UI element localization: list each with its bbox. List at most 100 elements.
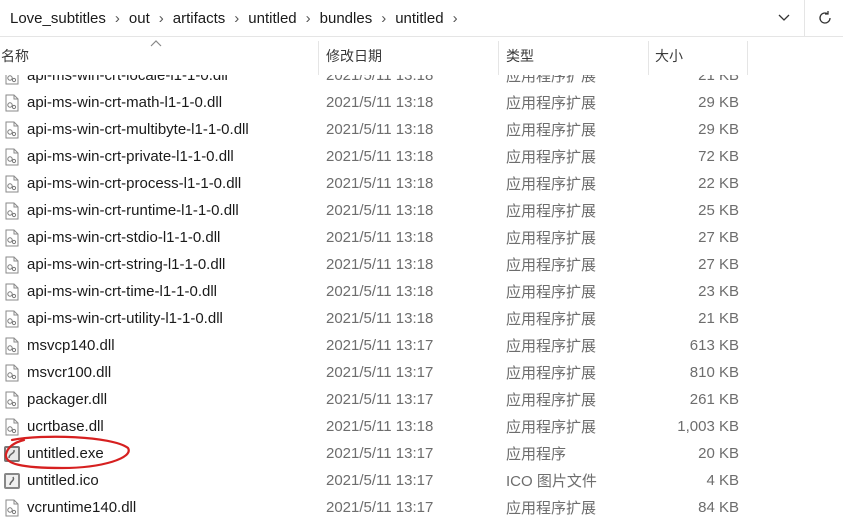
breadcrumb-separator-icon[interactable]: › [378, 10, 389, 27]
file-name: api-ms-win-crt-multibyte-l1-1-0.dll [27, 121, 249, 138]
file-row[interactable]: msvcp140.dll 2021/5/11 13:17 应用程序扩展 613 KB [0, 332, 843, 359]
file-row[interactable]: untitled.ico 2021/5/11 13:17 ICO 图片文件 4 KB [0, 467, 843, 494]
breadcrumb-separator-icon[interactable]: › [450, 10, 461, 27]
file-name: ucrtbase.dll [27, 418, 104, 435]
column-header-date[interactable]: 修改日期 [326, 37, 498, 75]
breadcrumb-separator-icon[interactable]: › [303, 10, 314, 27]
file-row[interactable]: api-ms-win-crt-runtime-l1-1-0.dll 2021/5/… [0, 197, 843, 224]
column-divider[interactable] [747, 41, 748, 75]
file-modified-date: 2021/5/11 13:17 [326, 391, 434, 408]
column-header-size[interactable]: 大小 [655, 37, 747, 75]
file-name: untitled.exe [27, 445, 104, 462]
file-size: 20 KB [698, 445, 739, 462]
file-size: 810 KB [689, 364, 739, 381]
file-row[interactable]: vcruntime140.dll 2021/5/11 13:17 应用程序扩展 84 … [0, 494, 843, 521]
file-modified-date: 2021/5/11 13:17 [326, 445, 434, 462]
file-modified-date: 2021/5/11 13:17 [326, 337, 434, 354]
breadcrumb-separator-icon[interactable]: › [112, 10, 123, 27]
file-size: 29 KB [698, 94, 739, 111]
column-header-type[interactable]: 类型 [506, 37, 648, 75]
file-row[interactable]: api-ms-win-crt-process-l1-1-0.dll 2021/5/… [0, 170, 843, 197]
file-size: 72 KB [698, 148, 739, 165]
dll-icon [3, 278, 21, 305]
file-modified-date: 2021/5/11 13:18 [326, 418, 434, 435]
file-row[interactable]: api-ms-win-crt-stdio-l1-1-0.dll 2021/5/11… [0, 224, 843, 251]
file-size: 261 KB [689, 391, 739, 408]
file-type: 应用程序扩展 [506, 203, 597, 220]
column-header-name[interactable]: 名称 [0, 37, 318, 75]
breadcrumb-separator-icon[interactable]: › [156, 10, 167, 27]
refresh-button[interactable] [804, 0, 843, 36]
file-row[interactable]: api-ms-win-crt-multibyte-l1-1-0.dll 2021/… [0, 116, 843, 143]
file-modified-date: 2021/5/11 13:18 [326, 94, 434, 111]
exe-icon [3, 440, 21, 467]
file-name: api-ms-win-crt-private-l1-1-0.dll [27, 148, 234, 165]
column-header-date-label: 修改日期 [326, 48, 382, 64]
file-modified-date: 2021/5/11 13:17 [326, 472, 434, 489]
file-type: 应用程序扩展 [506, 311, 597, 328]
file-modified-date: 2021/5/11 13:18 [326, 310, 434, 327]
file-size: 613 KB [689, 337, 739, 354]
file-type: 应用程序扩展 [506, 284, 597, 301]
file-size: 23 KB [698, 283, 739, 300]
file-type: 应用程序扩展 [506, 257, 597, 274]
file-modified-date: 2021/5/11 13:18 [326, 256, 434, 273]
file-type: 应用程序扩展 [506, 338, 597, 355]
dll-icon [3, 224, 21, 251]
breadcrumb-separator-icon[interactable]: › [231, 10, 242, 27]
file-name: api-ms-win-crt-process-l1-1-0.dll [27, 175, 242, 192]
file-modified-date: 2021/5/11 13:18 [326, 121, 434, 138]
dll-icon [3, 116, 21, 143]
dll-icon [3, 332, 21, 359]
file-size: 27 KB [698, 229, 739, 246]
file-name: msvcp140.dll [27, 337, 115, 354]
file-name: vcruntime140.dll [27, 499, 137, 516]
breadcrumb-item[interactable]: Love_subtitles [0, 10, 112, 27]
refresh-icon [818, 11, 831, 24]
dll-icon [3, 170, 21, 197]
file-row[interactable]: api-ms-win-crt-string-l1-1-0.dll 2021/5/1… [0, 251, 843, 278]
file-row[interactable]: ucrtbase.dll 2021/5/11 13:18 应用程序扩展 1,003 K… [0, 413, 843, 440]
file-row[interactable]: untitled.exe 2021/5/11 13:17 应用程序 20 KB [0, 440, 843, 467]
dll-icon [3, 251, 21, 278]
breadcrumb-item[interactable]: untitled [389, 10, 449, 27]
dll-icon [3, 359, 21, 386]
file-row[interactable]: api-ms-win-crt-time-l1-1-0.dll 2021/5/11 … [0, 278, 843, 305]
file-modified-date: 2021/5/11 13:18 [326, 229, 434, 246]
file-row[interactable]: api-ms-win-crt-private-l1-1-0.dll 2021/5/… [0, 143, 843, 170]
breadcrumb: Love_subtitles › out › artifacts › untit… [0, 0, 802, 36]
file-modified-date: 2021/5/11 13:17 [326, 364, 434, 381]
file-row[interactable]: api-ms-win-crt-utility-l1-1-0.dll 2021/5/… [0, 305, 843, 332]
breadcrumb-item[interactable]: untitled [242, 10, 302, 27]
file-row[interactable]: api-ms-win-crt-math-l1-1-0.dll 2021/5/11 … [0, 89, 843, 116]
ico-icon [3, 467, 21, 494]
file-size: 1,003 KB [677, 418, 739, 435]
address-history-button[interactable] [770, 4, 798, 32]
file-type: 应用程序扩展 [506, 95, 597, 112]
column-header-row: 名称 修改日期 类型 大小 [0, 37, 843, 75]
file-type: 应用程序扩展 [506, 149, 597, 166]
file-size: 27 KB [698, 256, 739, 273]
column-divider[interactable] [318, 41, 319, 75]
file-row[interactable]: packager.dll 2021/5/11 13:17 应用程序扩展 261 KB [0, 386, 843, 413]
file-size: 29 KB [698, 121, 739, 138]
column-divider[interactable] [648, 41, 649, 75]
breadcrumb-item[interactable]: out [123, 10, 156, 27]
file-type: 应用程序扩展 [506, 419, 597, 436]
file-list: api-ms-win-crt-locale-l1-1-0.dll 2021/5/1… [0, 62, 843, 527]
dll-icon [3, 413, 21, 440]
file-modified-date: 2021/5/11 13:18 [326, 148, 434, 165]
file-type: 应用程序扩展 [506, 392, 597, 409]
column-divider[interactable] [498, 41, 499, 75]
file-size: 22 KB [698, 175, 739, 192]
dll-icon [3, 197, 21, 224]
file-modified-date: 2021/5/11 13:17 [326, 499, 434, 516]
breadcrumb-item[interactable]: bundles [314, 10, 379, 27]
file-name: untitled.ico [27, 472, 99, 489]
breadcrumb-item[interactable]: artifacts [167, 10, 232, 27]
file-type: 应用程序 [506, 446, 567, 463]
dll-icon [3, 89, 21, 116]
file-name: api-ms-win-crt-string-l1-1-0.dll [27, 256, 226, 273]
file-row[interactable]: msvcr100.dll 2021/5/11 13:17 应用程序扩展 810 KB [0, 359, 843, 386]
dll-icon [3, 386, 21, 413]
